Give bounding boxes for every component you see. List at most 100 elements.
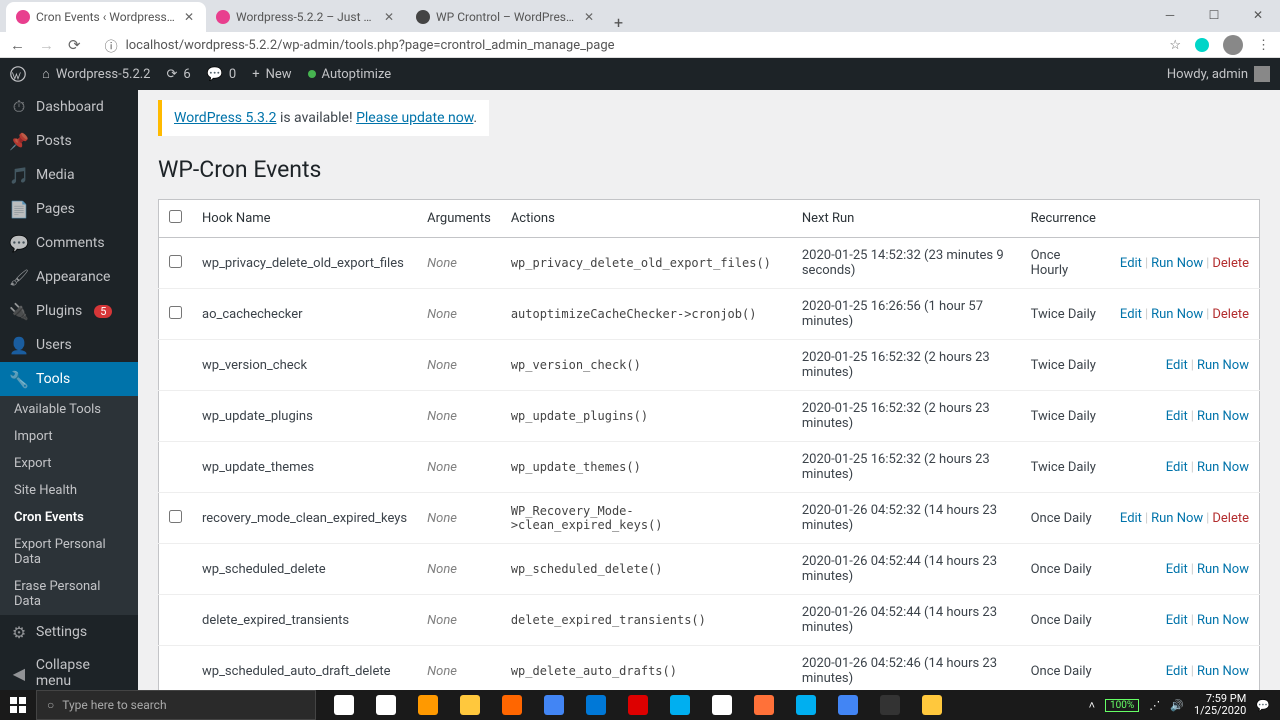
submenu-item-import[interactable]: Import: [0, 423, 138, 450]
speaker-icon[interactable]: 🔊: [1170, 699, 1184, 712]
run-now-link[interactable]: Run Now: [1197, 664, 1249, 679]
site-name-link[interactable]: ⌂ Wordpress-5.2.2: [42, 66, 151, 82]
reload-icon[interactable]: ⟳: [68, 36, 81, 54]
minimize-button[interactable]: ─: [1148, 0, 1192, 30]
run-now-link[interactable]: Run Now: [1151, 256, 1203, 271]
back-icon[interactable]: ←: [10, 36, 25, 54]
wp-version-link[interactable]: WordPress 5.3.2: [174, 110, 276, 126]
edit-link[interactable]: Edit: [1166, 358, 1188, 373]
sidebar-item-appearance[interactable]: 🖌Appearance: [0, 260, 138, 294]
taskbar-app-edge[interactable]: [576, 690, 616, 720]
maximize-button[interactable]: ☐: [1192, 0, 1236, 30]
battery-indicator[interactable]: 100%: [1105, 699, 1139, 712]
edit-link[interactable]: Edit: [1166, 613, 1188, 628]
sidebar-item-pages[interactable]: 📄Pages: [0, 192, 138, 226]
run-now-link[interactable]: Run Now: [1197, 460, 1249, 475]
address-bar[interactable]: ⓘ localhost/wordpress-5.2.2/wp-admin/too…: [93, 32, 1158, 58]
comments-link[interactable]: 💬 0: [207, 67, 237, 82]
edit-link[interactable]: Edit: [1166, 664, 1188, 679]
taskbar-app-xampp[interactable]: [492, 690, 532, 720]
autoptimize-link[interactable]: Autoptimize: [308, 67, 392, 82]
taskbar-app-chrome2[interactable]: [828, 690, 868, 720]
delete-link[interactable]: Delete: [1212, 256, 1249, 271]
taskbar-app-filezilla[interactable]: [618, 690, 658, 720]
edit-link[interactable]: Edit: [1166, 562, 1188, 577]
taskbar-app-firefox[interactable]: [744, 690, 784, 720]
clock[interactable]: 7:59 PM 1/25/2020: [1194, 693, 1246, 717]
browser-tab[interactable]: Wordpress-5.2.2 – Just another W✕: [206, 2, 406, 32]
cell-next: 2020-01-25 16:26:56 (1 hour 57 minutes): [792, 289, 1021, 340]
run-now-link[interactable]: Run Now: [1197, 358, 1249, 373]
taskbar-app-obs[interactable]: [870, 690, 910, 720]
sidebar-item-users[interactable]: 👤Users: [0, 328, 138, 362]
col-next[interactable]: Next Run: [792, 200, 1021, 238]
close-icon[interactable]: ✕: [382, 10, 396, 24]
close-icon[interactable]: ✕: [582, 10, 596, 24]
cell-hook: wp_version_check: [192, 340, 417, 391]
delete-link[interactable]: Delete: [1212, 511, 1249, 526]
page-title: WP-Cron Events: [158, 156, 1260, 183]
sidebar-item-settings[interactable]: ⚙Settings: [0, 615, 138, 649]
row-checkbox[interactable]: [169, 306, 182, 319]
menu-icon[interactable]: ⋮: [1257, 38, 1270, 53]
updates-link[interactable]: ⟳ 6: [167, 67, 191, 82]
sidebar-item-comments[interactable]: 💬Comments: [0, 226, 138, 260]
forward-icon[interactable]: →: [39, 36, 54, 54]
close-icon[interactable]: ✕: [182, 10, 196, 24]
extension-icon[interactable]: [1195, 38, 1209, 52]
submenu-item-export[interactable]: Export: [0, 450, 138, 477]
taskbar-app-taskview[interactable]: [366, 690, 406, 720]
browser-tab[interactable]: WP Crontrol – WordPress plugin✕: [406, 2, 606, 32]
taskbar-app-chrome1[interactable]: [534, 690, 574, 720]
sidebar-item-dashboard[interactable]: ⏱Dashboard: [0, 90, 138, 124]
edit-link[interactable]: Edit: [1120, 256, 1142, 271]
taskbar-app-files[interactable]: [450, 690, 490, 720]
taskbar-app-cortana[interactable]: [324, 690, 364, 720]
run-now-link[interactable]: Run Now: [1197, 562, 1249, 577]
sidebar-item-plugins[interactable]: 🔌Plugins5: [0, 294, 138, 328]
row-checkbox[interactable]: [169, 255, 182, 268]
delete-link[interactable]: Delete: [1212, 307, 1249, 322]
submenu-item-available-tools[interactable]: Available Tools: [0, 396, 138, 423]
browser-tab[interactable]: Cron Events ‹ Wordpress-5.2.2 —✕: [6, 2, 206, 32]
star-icon[interactable]: ☆: [1169, 38, 1181, 53]
edit-link[interactable]: Edit: [1120, 307, 1142, 322]
run-now-link[interactable]: Run Now: [1197, 409, 1249, 424]
run-now-link[interactable]: Run Now: [1151, 307, 1203, 322]
wifi-icon[interactable]: ⋰: [1149, 699, 1160, 712]
profile-avatar-icon[interactable]: [1223, 35, 1243, 55]
tab-strip: Cron Events ‹ Wordpress-5.2.2 —✕Wordpres…: [0, 0, 1280, 32]
sidebar-item-posts[interactable]: 📌Posts: [0, 124, 138, 158]
notifications-icon[interactable]: 💬: [1256, 699, 1270, 712]
taskbar-app-explorer[interactable]: [912, 690, 952, 720]
new-tab-button[interactable]: +: [606, 13, 631, 32]
plug-icon: 🔌: [10, 302, 28, 320]
run-now-link[interactable]: Run Now: [1151, 511, 1203, 526]
update-now-link[interactable]: Please update now: [356, 110, 473, 126]
edit-link[interactable]: Edit: [1166, 460, 1188, 475]
start-button[interactable]: [0, 690, 36, 720]
site-info-icon[interactable]: ⓘ: [105, 36, 118, 55]
submenu-item-site-health[interactable]: Site Health: [0, 477, 138, 504]
col-hook[interactable]: Hook Name: [192, 200, 417, 238]
close-window-button[interactable]: ✕: [1236, 0, 1280, 30]
taskbar-app-mail[interactable]: [702, 690, 742, 720]
edit-link[interactable]: Edit: [1166, 409, 1188, 424]
howdy-account[interactable]: Howdy, admin: [1167, 66, 1270, 82]
tray-chevron-icon[interactable]: ˄: [1089, 699, 1095, 712]
taskbar-app-skype[interactable]: [660, 690, 700, 720]
submenu-item-export-personal-data[interactable]: Export Personal Data: [0, 531, 138, 573]
select-all-checkbox[interactable]: [169, 210, 182, 223]
wp-logo[interactable]: [10, 66, 26, 82]
taskbar-app-sublime[interactable]: [408, 690, 448, 720]
sidebar-item-tools[interactable]: 🔧Tools: [0, 362, 138, 396]
submenu-item-cron-events[interactable]: Cron Events: [0, 504, 138, 531]
row-checkbox[interactable]: [169, 510, 182, 523]
taskbar-search[interactable]: ○ Type here to search: [36, 690, 316, 720]
edit-link[interactable]: Edit: [1120, 511, 1142, 526]
submenu-item-erase-personal-data[interactable]: Erase Personal Data: [0, 573, 138, 615]
sidebar-item-media[interactable]: 🎵Media: [0, 158, 138, 192]
taskbar-app-skype2[interactable]: [786, 690, 826, 720]
run-now-link[interactable]: Run Now: [1197, 613, 1249, 628]
new-content-link[interactable]: + New: [252, 67, 291, 82]
